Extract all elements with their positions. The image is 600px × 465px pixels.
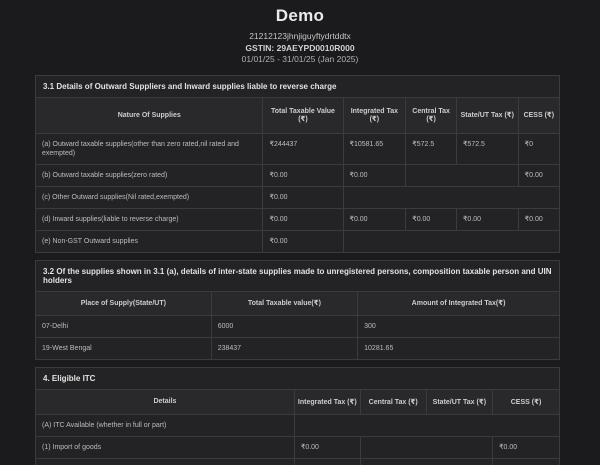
table-row: (d) Inward supplies(liable to reverse ch…	[35, 208, 560, 231]
report-title: Demo	[275, 6, 325, 25]
column-header-integrated-tax: Integrated Tax (₹)	[293, 389, 361, 415]
column-header-state-ut-tax: State/UT Tax (₹)	[455, 97, 519, 134]
cell-central: ₹572.5	[405, 133, 457, 165]
section-3-1: 3.1 Details of Outward Suppliers and Inw…	[35, 74, 560, 253]
column-header-central-tax: Central Tax (₹)	[359, 389, 427, 415]
cell-cess: ₹0	[517, 133, 560, 165]
section-3-1-table: Nature Of Supplies Total Taxable Value (…	[35, 97, 560, 253]
cell-central: ₹0.00	[405, 208, 457, 231]
report-subtitle: 21212123jhnjiguyftydrtddtx	[249, 31, 351, 41]
cell-integrated: ₹0.00	[293, 435, 361, 459]
cell-details: (A) ITC Available (whether in full or pa…	[35, 413, 295, 437]
cell-total: ₹0.00	[262, 208, 344, 231]
cell-empty	[293, 413, 560, 437]
cell-integrated: ₹0.00	[293, 457, 361, 465]
column-header-place-of-supply: Place of Supply(State/UT)	[35, 291, 212, 316]
cell-cess: ₹0.00	[492, 435, 560, 459]
report-header: Demo 21212123jhnjiguyftydrtddtx GSTIN: 2…	[0, 6, 600, 66]
cell-taxable-value: 238437	[210, 336, 359, 360]
column-header-total-taxable-value: Total Taxable Value (₹)	[262, 97, 344, 134]
cell-empty	[359, 457, 494, 465]
cell-total: ₹0.00	[262, 230, 344, 253]
table-row: (2) Import of services ₹0.00 ₹0.00	[35, 457, 560, 465]
table-row: (A) ITC Available (whether in full or pa…	[35, 413, 560, 437]
cell-details: (2) Import of services	[35, 457, 295, 465]
column-header-cess: CESS (₹)	[517, 97, 560, 134]
cell-integrated: ₹0.00	[342, 164, 407, 187]
cell-empty	[342, 230, 560, 253]
section-3-2-title: 3.2 Of the supplies shown in 3.1 (a), de…	[36, 261, 559, 292]
cell-integrated: ₹0.00	[342, 208, 407, 231]
section-3-1-title: 3.1 Details of Outward Suppliers and Inw…	[36, 76, 559, 98]
cell-nature: (a) Outward taxable supplies(other than …	[35, 133, 264, 165]
cell-cess: ₹0.00	[492, 457, 560, 465]
cell-nature: (c) Other Outward supplies(Nil rated,exe…	[35, 186, 264, 209]
cell-total: ₹0.00	[262, 186, 344, 209]
cell-total: ₹0.00	[262, 164, 344, 187]
column-header-integrated-tax: Integrated Tax (₹)	[342, 97, 407, 134]
column-header-total-taxable-value: Total Taxable value(₹)	[210, 291, 359, 316]
cell-empty	[405, 164, 519, 187]
cell-empty	[342, 186, 560, 209]
section-4-title: 4. Eligible ITC	[36, 368, 559, 390]
column-header-amount-integrated-tax: Amount of Integrated Tax(₹)	[357, 291, 560, 316]
table-row: 19-West Bengal 238437 10281.65	[35, 336, 560, 360]
column-header-details: Details	[35, 389, 295, 415]
cell-integrated: ₹10581.65	[342, 133, 407, 165]
cell-state: ₹572.5	[455, 133, 519, 165]
cell-state: ₹0.00	[455, 208, 519, 231]
cell-cess: ₹0.00	[517, 208, 560, 231]
section-3-2: 3.2 Of the supplies shown in 3.1 (a), de…	[35, 260, 560, 360]
table-row: (c) Other Outward supplies(Nil rated,exe…	[35, 186, 560, 209]
cell-cess: ₹0.00	[517, 164, 560, 187]
table-row: (a) Outward taxable supplies(other than …	[35, 133, 560, 165]
column-header-nature-of-supplies: Nature Of Supplies	[35, 97, 264, 134]
table-row: (e) Non-GST Outward supplies ₹0.00	[35, 230, 560, 253]
header-row: Nature Of Supplies Total Taxable Value (…	[35, 97, 560, 134]
table-row: (b) Outward taxable supplies(zero rated)…	[35, 164, 560, 187]
cell-integrated-tax: 10281.65	[357, 336, 560, 360]
cell-nature: (e) Non-GST Outward supplies	[35, 230, 264, 253]
cell-nature: (b) Outward taxable supplies(zero rated)	[35, 164, 264, 187]
cell-nature: (d) Inward supplies(liable to reverse ch…	[35, 208, 264, 231]
cell-details: (1) Import of goods	[35, 435, 295, 459]
column-header-central-tax: Central Tax (₹)	[405, 97, 457, 134]
section-4-table: Details Integrated Tax (₹) Central Tax (…	[35, 389, 560, 465]
cell-empty	[359, 435, 494, 459]
section-3-2-table: Place of Supply(State/UT) Total Taxable …	[35, 291, 560, 360]
header-row: Details Integrated Tax (₹) Central Tax (…	[35, 389, 560, 415]
cell-taxable-value: 6000	[210, 314, 359, 338]
table-row: 07-Delhi 6000 300	[35, 314, 560, 338]
column-header-cess: CESS (₹)	[492, 389, 560, 415]
cell-total: ₹244437	[262, 133, 344, 165]
report-period: 01/01/25 - 31/01/25 (Jan 2025)	[241, 54, 359, 64]
cell-integrated-tax: 300	[357, 314, 560, 338]
gstr3b-report-page: Demo 21212123jhnjiguyftydrtddtx GSTIN: 2…	[0, 0, 600, 465]
gstin-line: GSTIN: 29AEYPD0010R000	[245, 42, 355, 53]
header-row: Place of Supply(State/UT) Total Taxable …	[35, 291, 560, 316]
cell-place: 19-West Bengal	[35, 336, 212, 360]
table-row: (1) Import of goods ₹0.00 ₹0.00	[35, 435, 560, 459]
section-4: 4. Eligible ITC Details Integrated Tax (…	[35, 367, 560, 465]
cell-place: 07-Delhi	[35, 314, 212, 338]
column-header-state-ut-tax: State/UT Tax (₹)	[425, 389, 494, 415]
